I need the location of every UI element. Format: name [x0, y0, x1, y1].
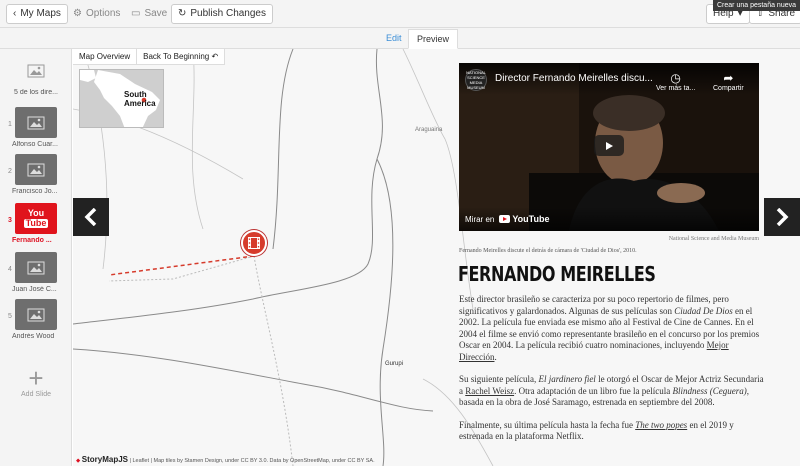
gear-icon: ⚙: [73, 8, 82, 19]
city-label: Gurupi: [385, 361, 404, 367]
map-credits: ◆ StoryMapJS | Leaflet | Map tiles by St…: [76, 455, 375, 464]
watch-on-youtube-button[interactable]: Mirar en YouTube: [459, 207, 759, 231]
slide-title[interactable]: 5 de los dire...: [0, 55, 72, 99]
watch-later-button[interactable]: ◷ Ver más ta...: [656, 71, 695, 92]
minimap-label: South America: [124, 90, 156, 108]
video-title[interactable]: Director Fernando Meirelles discu...: [495, 73, 653, 84]
youtube-video-embed[interactable]: NATIONAL SCIENCE MEDIA MUSEUM Director F…: [459, 63, 759, 231]
tab-preview[interactable]: Preview: [408, 29, 459, 49]
play-button[interactable]: [594, 135, 624, 156]
paragraph: Este director brasileño se caracteriza p…: [459, 294, 760, 362]
plus-icon: +: [28, 363, 44, 393]
options-button[interactable]: ⚙ Options: [66, 4, 127, 24]
rachel-weisz-link[interactable]: Rachel Weisz: [465, 386, 514, 396]
clock-icon: ◷: [670, 71, 681, 85]
play-icon: [606, 141, 613, 150]
paragraph: Su siguiente película, El jardinero fiel…: [459, 374, 764, 407]
image-placeholder-icon: [15, 252, 57, 283]
map-navigation: Map Overview Back To Beginning ↶: [73, 49, 226, 65]
chevron-left-icon: ‹: [13, 8, 17, 19]
image-placeholder-icon: [15, 55, 57, 86]
back-arrow-icon: ↶: [211, 52, 219, 61]
image-placeholder-icon: [15, 299, 57, 330]
image-placeholder-icon: [15, 154, 57, 185]
map-overview-button[interactable]: Map Overview: [73, 49, 138, 65]
image-placeholder-icon: [15, 107, 57, 138]
slide-2[interactable]: 2 Francisco Jo...: [0, 154, 72, 198]
slide-3[interactable]: 3 You Tube Fernando ...: [0, 203, 72, 247]
tab-edit[interactable]: Edit: [378, 29, 410, 49]
youtube-logo-icon: YouTube: [499, 214, 550, 224]
share-arrow-icon: ➦: [723, 71, 734, 85]
back-to-beginning-button[interactable]: Back To Beginning ↶: [137, 49, 226, 65]
map-marker-film[interactable]: [241, 230, 267, 256]
slide-5[interactable]: 5 Andrés Wood: [0, 299, 72, 343]
mode-tabs: Edit Preview: [0, 28, 800, 49]
film-strip-icon: [248, 237, 260, 249]
paragraph: Finalmente, su última película hasta la …: [459, 419, 734, 442]
previous-slide-button[interactable]: [73, 198, 109, 236]
media-caption: Fernando Meirelles discute el detrás de …: [459, 248, 637, 254]
save-icon: ▭: [131, 8, 141, 19]
slide-4[interactable]: 4 Juan José C...: [0, 252, 72, 296]
save-button[interactable]: ▭ Save: [124, 4, 174, 24]
next-slide-button[interactable]: [764, 198, 800, 236]
slide-list: 5 de los dire... 1 Alfonso Cuar... 2 Fra…: [0, 49, 72, 466]
media-credit: National Science and Media Museum: [668, 236, 759, 242]
browser-tooltip: Crear una pestaña nueva: [713, 0, 800, 11]
slide-1[interactable]: 1 Alfonso Cuar...: [0, 107, 72, 151]
overview-minimap[interactable]: South America: [79, 69, 164, 128]
refresh-icon: ↻: [178, 8, 187, 19]
slide-headline: FERNANDO MEIRELLES: [458, 262, 656, 286]
city-label: Araguaina: [415, 127, 443, 133]
storymap-logo-icon: ◆: [76, 458, 81, 464]
my-maps-button[interactable]: ‹ My Maps: [6, 4, 68, 24]
top-toolbar: ‹ My Maps ⚙ Options ▭ Save ↻ Publish Cha…: [0, 0, 800, 28]
video-share-button[interactable]: ➦ Compartir: [713, 71, 744, 92]
youtube-logo-icon: YouTube: [15, 203, 57, 234]
slide-text: Este director brasileño se caracteriza p…: [459, 294, 764, 454]
publish-changes-button[interactable]: ↻ Publish Changes: [171, 4, 273, 24]
channel-avatar[interactable]: NATIONAL SCIENCE MEDIA MUSEUM: [465, 69, 487, 91]
add-slide-button[interactable]: + Add Slide: [0, 365, 72, 398]
chevron-left-icon: [84, 208, 97, 226]
chevron-right-icon: [776, 208, 789, 226]
